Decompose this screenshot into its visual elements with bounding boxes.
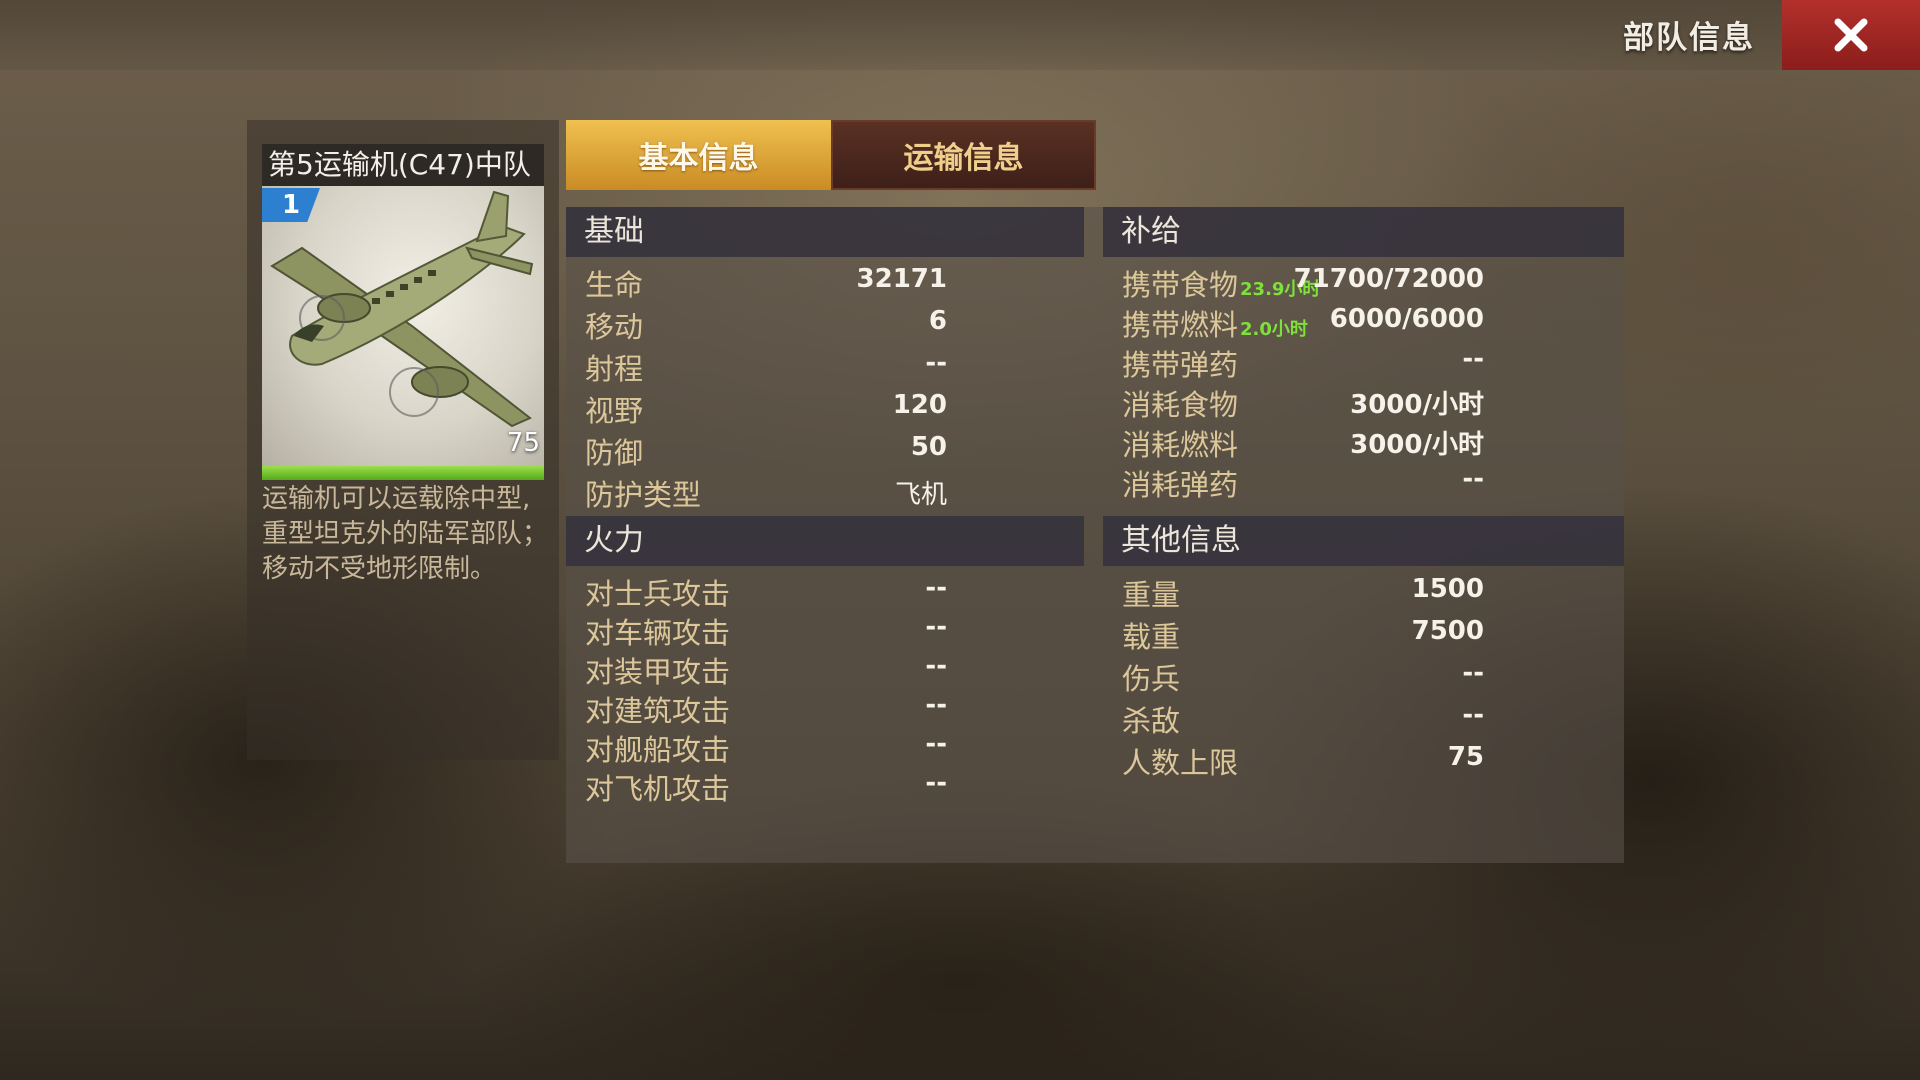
stat-row: 杀敌 -- — [1122, 698, 1484, 738]
stat-row: 重量 1500 — [1122, 572, 1484, 612]
stat-label: 生命 — [585, 268, 644, 302]
stat-row: 对车辆攻击 -- — [585, 610, 947, 650]
stat-label: 携带食物 23.9小时 — [1122, 262, 1320, 304]
stat-value: -- — [925, 690, 947, 720]
stat-row: 对建筑攻击 -- — [585, 688, 947, 728]
stat-row: 防御 50 — [585, 430, 947, 470]
stat-value: 6000/6000 — [1329, 304, 1484, 334]
stat-value: -- — [925, 612, 947, 642]
stat-row: 视野 120 — [585, 388, 947, 428]
stat-value: -- — [925, 573, 947, 603]
stat-value: 3000/小时 — [1350, 430, 1484, 460]
stat-row: 人数上限 75 — [1122, 740, 1484, 780]
stat-row: 射程 -- — [585, 346, 947, 386]
stat-label: 对舰船攻击 — [585, 733, 731, 767]
stat-value: -- — [925, 651, 947, 681]
stat-row: 对装甲攻击 -- — [585, 649, 947, 689]
stat-row: 消耗弹药 -- — [1122, 462, 1484, 502]
stat-value: 7500 — [1411, 616, 1484, 646]
stat-label: 防御 — [585, 436, 644, 470]
stat-value: -- — [925, 729, 947, 759]
stat-label: 射程 — [585, 352, 644, 386]
section-basic-header: 基础 — [566, 207, 1084, 257]
stat-value: -- — [1462, 658, 1484, 688]
page-title: 部队信息 — [1623, 20, 1755, 56]
stat-label: 对士兵攻击 — [585, 577, 731, 611]
stat-value: 71700/72000 — [1293, 264, 1484, 294]
stat-row: 移动 6 — [585, 304, 947, 344]
stat-row: 伤兵 -- — [1122, 656, 1484, 696]
stat-row: 防护类型 飞机 — [585, 472, 947, 512]
stat-value: -- — [1462, 344, 1484, 374]
stat-row: 携带弹药 -- — [1122, 342, 1484, 382]
stat-value: 3000/小时 — [1350, 390, 1484, 420]
stat-label: 对建筑攻击 — [585, 694, 731, 728]
unit-name: 第5运输机(C47)中队 — [262, 144, 544, 186]
unit-description: 运输机可以运载除中型,重型坦克外的陆军部队；移动不受地形限制。 — [262, 484, 549, 584]
stat-row: 携带燃料 2.0小时 6000/6000 — [1122, 302, 1484, 342]
stat-value: 32171 — [856, 264, 947, 294]
stat-label: 消耗弹药 — [1122, 468, 1239, 502]
stat-row: 对飞机攻击 -- — [585, 766, 947, 806]
stat-value: 6 — [928, 306, 947, 336]
stat-row: 载重 7500 — [1122, 614, 1484, 654]
unit-count: 75 — [506, 428, 540, 458]
tab-transport-info[interactable]: 运输信息 — [831, 120, 1096, 190]
stat-value: 50 — [910, 432, 947, 462]
stat-label: 载重 — [1122, 620, 1181, 654]
section-firepower-header: 火力 — [566, 516, 1084, 566]
stat-row: 携带食物 23.9小时 71700/72000 — [1122, 262, 1484, 302]
unit-health-bar — [262, 466, 544, 480]
stat-value: 120 — [892, 390, 947, 420]
stat-label: 对装甲攻击 — [585, 655, 731, 689]
info-tabs: 基本信息 运输信息 — [566, 120, 1096, 190]
stat-label: 视野 — [585, 394, 644, 428]
section-supply-header: 补给 — [1103, 207, 1624, 257]
stat-value: 1500 — [1411, 574, 1484, 604]
unit-portrait — [262, 186, 544, 466]
stat-label: 防护类型 — [585, 478, 702, 512]
stat-value: 75 — [1447, 742, 1484, 772]
stat-row: 生命 32171 — [585, 262, 947, 302]
unit-health-fill — [262, 466, 544, 480]
stat-label: 对车辆攻击 — [585, 616, 731, 650]
stat-value: -- — [1462, 700, 1484, 730]
stat-label: 消耗食物 — [1122, 388, 1239, 422]
stat-value: -- — [925, 348, 947, 378]
stat-row: 消耗食物 3000/小时 — [1122, 382, 1484, 422]
stat-label: 伤兵 — [1122, 662, 1181, 696]
stat-row: 对舰船攻击 -- — [585, 727, 947, 767]
stat-label: 人数上限 — [1122, 746, 1239, 780]
close-button[interactable] — [1782, 0, 1920, 70]
stat-value: -- — [1462, 464, 1484, 494]
tab-basic-info[interactable]: 基本信息 — [566, 120, 831, 190]
stat-label-text: 携带食物 — [1122, 268, 1239, 302]
stat-label: 重量 — [1122, 578, 1181, 612]
stat-row: 消耗燃料 3000/小时 — [1122, 422, 1484, 462]
section-other-header: 其他信息 — [1103, 516, 1624, 566]
stat-label: 携带燃料 2.0小时 — [1122, 302, 1308, 344]
transport-plane-icon — [270, 190, 534, 428]
duration-hint: 2.0小时 — [1240, 319, 1308, 340]
stat-label-text: 携带燃料 — [1122, 308, 1239, 342]
stat-label: 携带弹药 — [1122, 348, 1239, 382]
stat-value: -- — [925, 768, 947, 798]
close-x-icon — [1834, 18, 1868, 52]
stat-row: 对士兵攻击 -- — [585, 571, 947, 611]
stat-value: 飞机 — [894, 480, 947, 510]
stat-label: 杀敌 — [1122, 704, 1181, 738]
stat-label: 消耗燃料 — [1122, 428, 1239, 462]
stat-label: 移动 — [585, 310, 644, 344]
stat-label: 对飞机攻击 — [585, 772, 731, 806]
